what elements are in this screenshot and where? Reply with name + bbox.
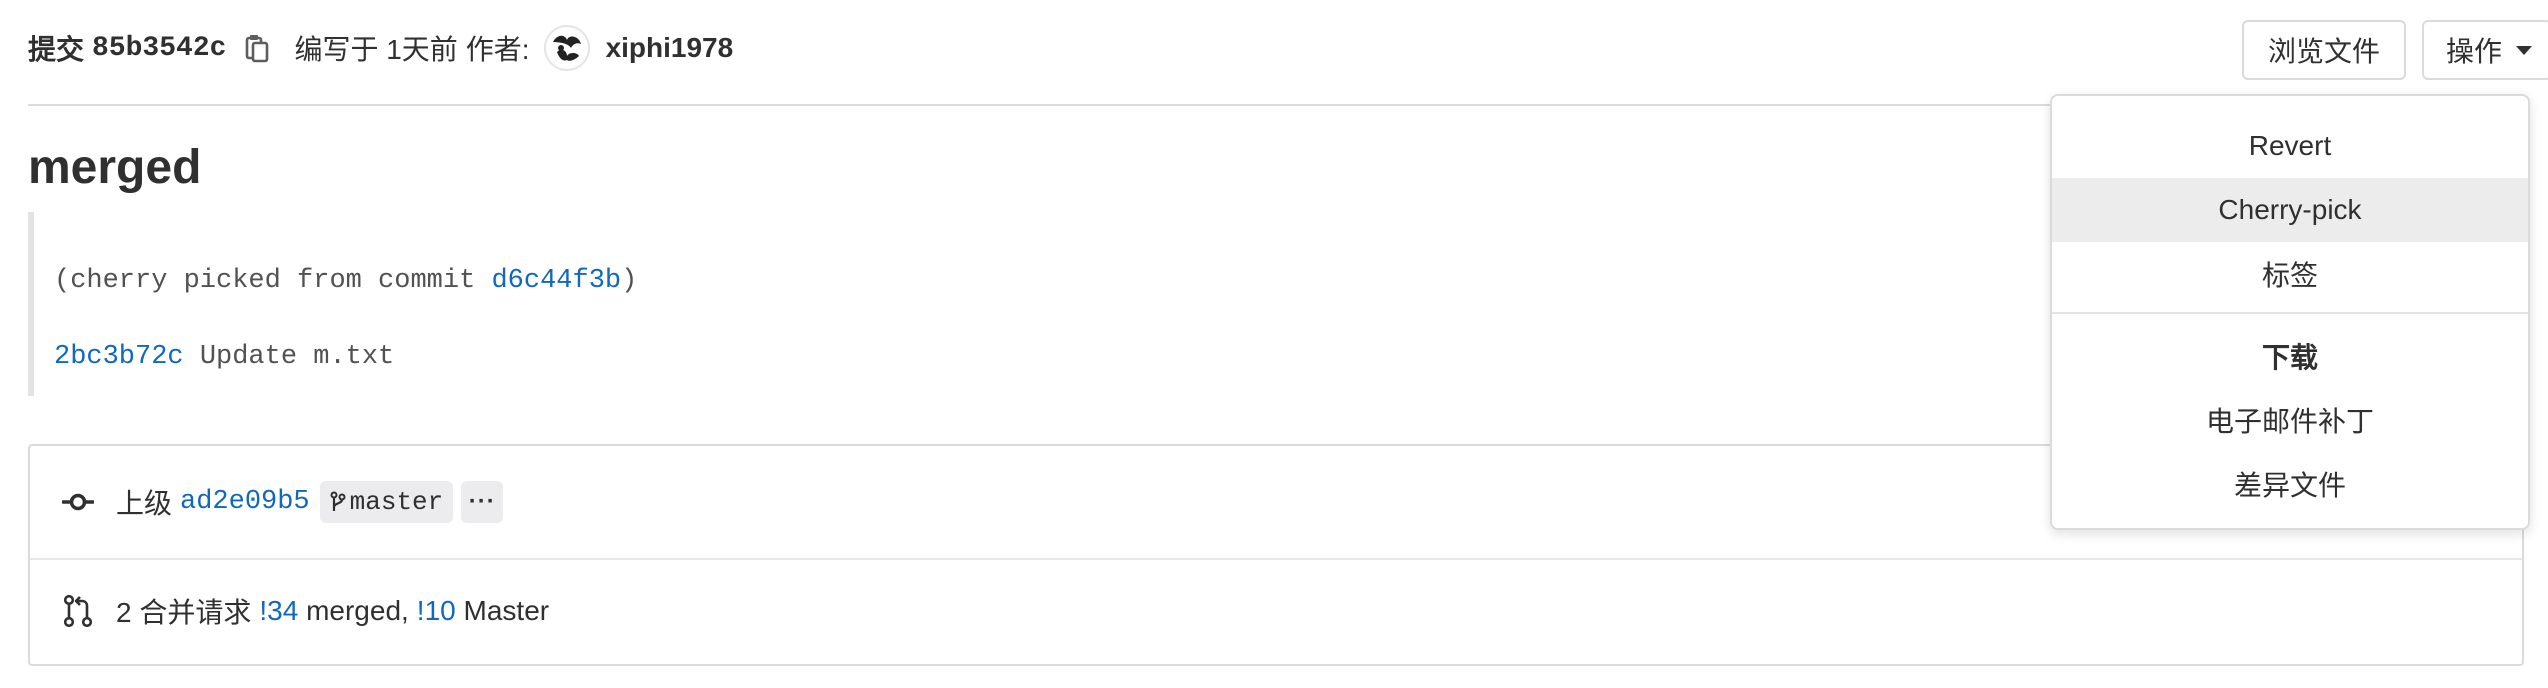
commit-sha[interactable]: 85b3542c (92, 33, 226, 64)
merge-request-title: Master (455, 595, 550, 626)
options-dropdown-menu: Revert Cherry-pick 标签 下载 电子邮件补丁 差异文件 (2050, 94, 2530, 530)
authored-time: 编写于 1天前 (294, 34, 458, 65)
merge-requests-info: 2 合并请求 !34 merged, !10 Master (116, 591, 549, 631)
dropdown-item-tag[interactable]: 标签 (2052, 242, 2528, 306)
commit-header: 提交 85b3542c 编写于 1天前 作者: xiphi1978 浏览文件 操… (28, 0, 2548, 106)
merge-requests-row: 2 合并请求 !34 merged, !10 Master (30, 558, 2522, 664)
cherry-pick-text: (cherry picked from commit (54, 266, 492, 296)
commit-title: merged (28, 141, 202, 194)
description-line: 2bc3b72c Update m.txt (54, 342, 394, 372)
parent-sha-link[interactable]: ad2e09b5 (180, 487, 310, 517)
options-dropdown-button[interactable]: 操作 (2422, 20, 2548, 80)
description-line: (cherry picked from commit d6c44f3b) (54, 266, 637, 296)
dropdown-item-cherry-pick[interactable]: Cherry-pick (2052, 178, 2528, 242)
parent-info: 上级 ad2e09b5 master ··· (116, 481, 504, 523)
dropdown-item-revert[interactable]: Revert (2052, 114, 2528, 178)
browse-files-button[interactable]: 浏览文件 (2242, 20, 2406, 80)
dropdown-download-header: 下载 (2261, 342, 2318, 373)
branch-icon (330, 491, 346, 513)
copy-icon[interactable] (244, 31, 270, 65)
merge-request-link[interactable]: !10 (417, 595, 456, 627)
chevron-down-icon (2516, 45, 2533, 55)
merge-request-icon (62, 594, 94, 628)
dropdown-item-plain-diff[interactable]: 差异文件 (2052, 452, 2528, 516)
merge-request-link[interactable]: !34 (259, 595, 298, 627)
commit-label: 提交 (28, 34, 85, 65)
options-button-label: 操作 (2446, 36, 2503, 67)
parent-label: 上级 (116, 488, 173, 519)
cherry-pick-sha-link[interactable]: d6c44f3b (491, 266, 621, 296)
update-sha-link[interactable]: 2bc3b72c (54, 342, 184, 372)
branch-badge[interactable]: master (319, 481, 454, 523)
merge-request-title: merged, (298, 595, 409, 626)
author-name[interactable]: xiphi1978 (606, 32, 734, 64)
dropdown-item-email-patches[interactable]: 电子邮件补丁 (2052, 388, 2528, 452)
update-text: Update m.txt (183, 342, 395, 372)
author-label: 作者: (465, 34, 530, 65)
more-branches-button[interactable]: ··· (461, 481, 504, 523)
cherry-pick-suffix: ) (621, 266, 638, 296)
commit-header-info: 提交 85b3542c 编写于 1天前 作者: xiphi1978 (28, 24, 733, 72)
avatar[interactable] (543, 25, 590, 71)
commit-icon (62, 486, 94, 518)
branch-name: master (349, 487, 444, 517)
merge-request-count: 2 合并请求 (116, 597, 252, 628)
dropdown-divider (2052, 312, 2528, 314)
commit-description: (cherry picked from commit d6c44f3b) 2bc… (28, 212, 1428, 396)
